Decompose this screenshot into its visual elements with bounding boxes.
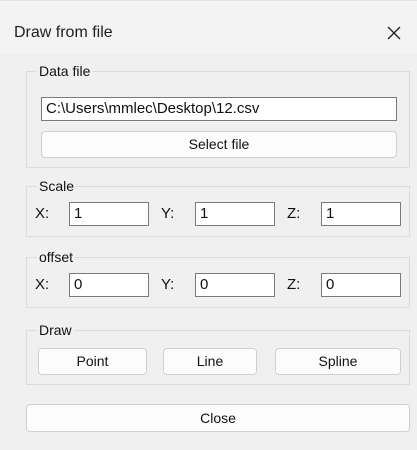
draw-group: Draw Point Line Spline <box>26 321 410 385</box>
scale-z-label: Z: <box>287 205 301 222</box>
offset-y-label: Y: <box>161 276 175 293</box>
scale-z-input[interactable]: 1 <box>321 202 401 226</box>
offset-group: offset X: 0 Y: 0 Z: 0 <box>26 248 410 308</box>
offset-x-label: X: <box>35 276 50 293</box>
offset-legend: offset <box>37 248 75 266</box>
close-x-icon[interactable] <box>380 19 408 47</box>
line-button[interactable]: Line <box>163 348 257 375</box>
select-file-button[interactable]: Select file <box>41 131 397 158</box>
scale-y-input[interactable]: 1 <box>195 202 275 226</box>
dialog-title: Draw from file <box>14 24 113 41</box>
data-file-legend: Data file <box>37 62 93 80</box>
draw-from-file-dialog: Draw from file Data file C:\Users\mmlec\… <box>0 0 417 450</box>
scale-legend: Scale <box>37 177 77 195</box>
file-path-input[interactable]: C:\Users\mmlec\Desktop\12.csv <box>41 97 397 121</box>
scale-y-label: Y: <box>161 205 175 222</box>
point-button[interactable]: Point <box>38 348 147 375</box>
offset-x-input[interactable]: 0 <box>69 273 149 297</box>
scale-x-input[interactable]: 1 <box>69 202 149 226</box>
data-file-group: Data file C:\Users\mmlec\Desktop\12.csv … <box>26 62 410 168</box>
title-bar: Draw from file <box>0 1 417 54</box>
offset-z-input[interactable]: 0 <box>321 273 401 297</box>
draw-legend: Draw <box>37 321 74 339</box>
spline-button[interactable]: Spline <box>275 348 401 375</box>
scale-x-label: X: <box>35 205 50 222</box>
offset-y-input[interactable]: 0 <box>195 273 275 297</box>
scale-group: Scale X: 1 Y: 1 Z: 1 <box>26 177 410 237</box>
close-button[interactable]: Close <box>26 404 410 432</box>
offset-z-label: Z: <box>287 276 301 293</box>
